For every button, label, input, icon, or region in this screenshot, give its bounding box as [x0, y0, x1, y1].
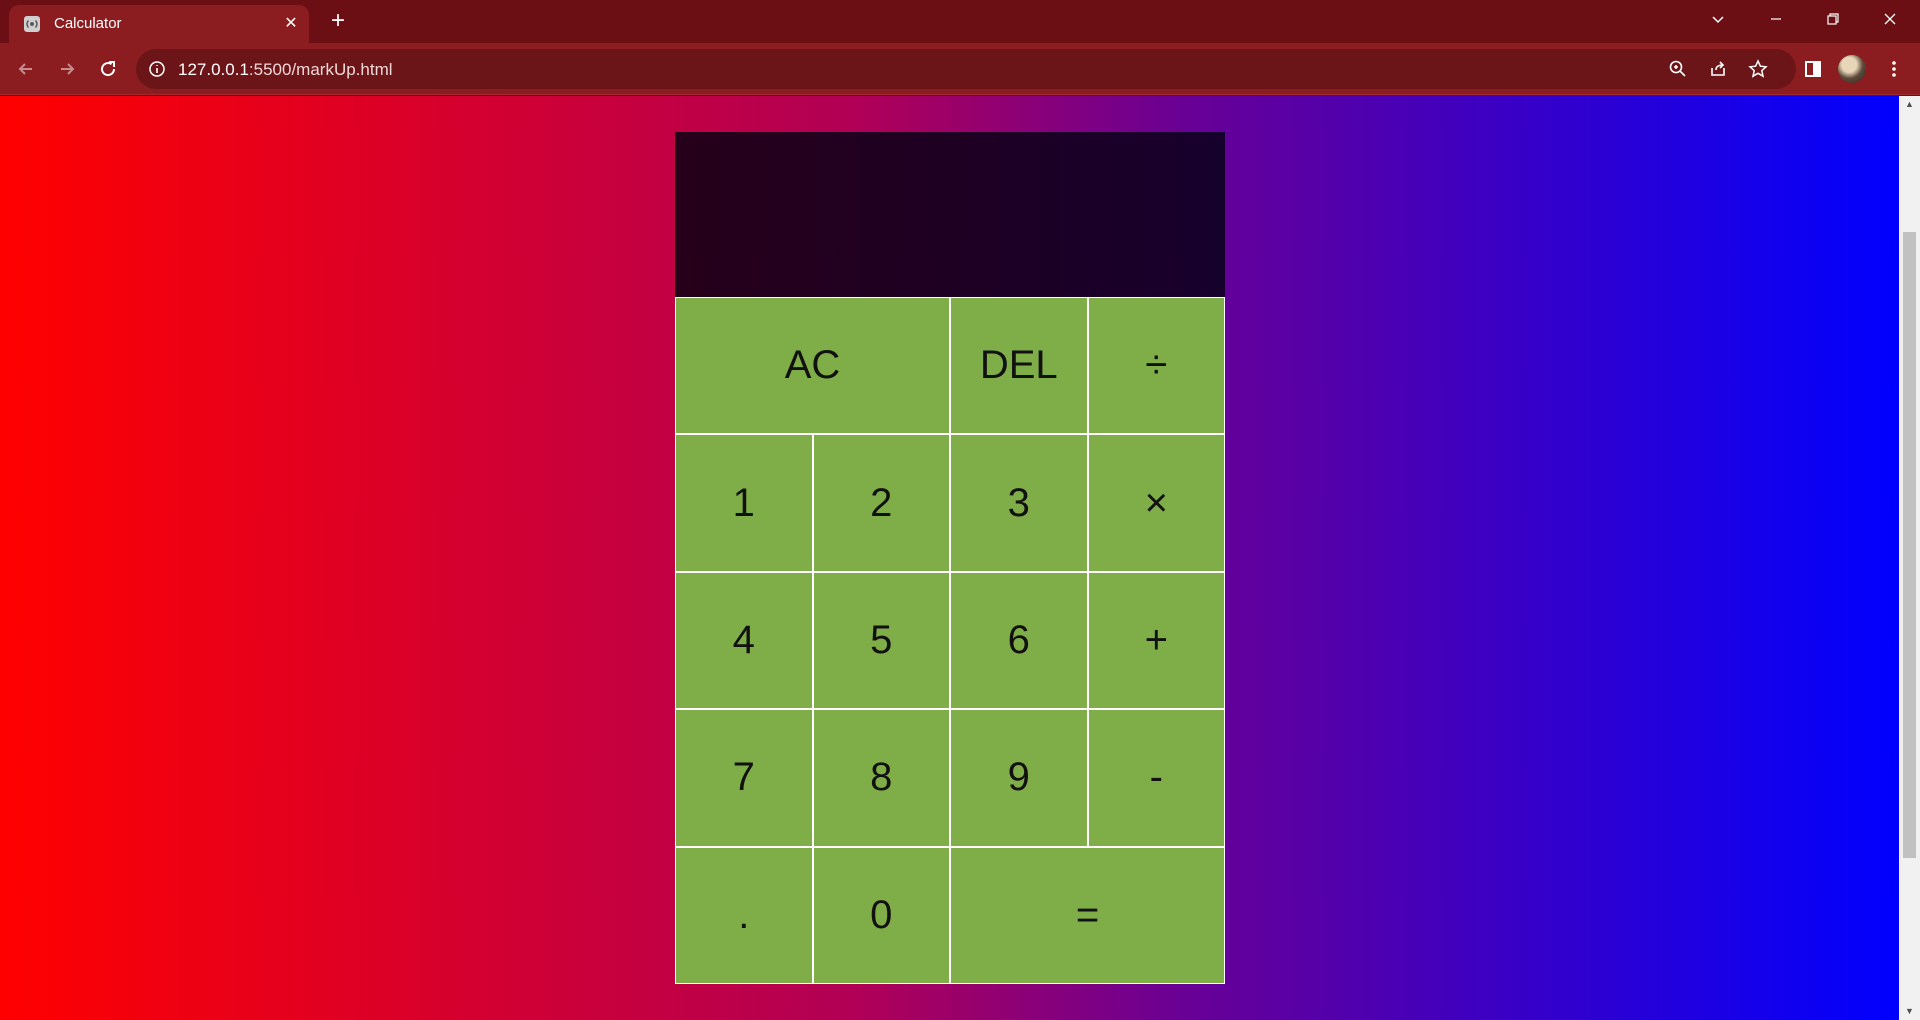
multiply-button[interactable]: ×: [1087, 434, 1225, 572]
address-bar[interactable]: 127.0.0.1:5500/markUp.html: [136, 49, 1796, 89]
arrow-right-icon[interactable]: [51, 53, 83, 85]
arrow-left-icon[interactable]: [10, 53, 42, 85]
reload-icon[interactable]: [92, 53, 124, 85]
new-tab-button[interactable]: +: [325, 9, 351, 35]
star-icon[interactable]: [1746, 57, 1770, 81]
delete-button[interactable]: DEL: [950, 297, 1088, 435]
tab-title: Calculator: [54, 15, 122, 32]
decimal-point-button[interactable]: .: [675, 846, 813, 984]
calculator: AC DEL ÷ 1 2 3 × 4 5 6 + 7 8 9 - . 0 =: [675, 132, 1225, 984]
digit-4-button[interactable]: 4: [675, 571, 813, 710]
tab-close-icon[interactable]: ✕: [281, 14, 301, 34]
page-viewport: AC DEL ÷ 1 2 3 × 4 5 6 + 7 8 9 - . 0 =: [0, 96, 1899, 1020]
browser-toolbar: 127.0.0.1:5500/markUp.html: [0, 43, 1920, 95]
scroll-down-icon[interactable]: ▼: [1899, 1003, 1920, 1020]
divide-button[interactable]: ÷: [1087, 297, 1225, 435]
digit-7-button[interactable]: 7: [675, 709, 813, 847]
avatar[interactable]: [1838, 55, 1866, 83]
digit-0-button[interactable]: 0: [812, 846, 950, 984]
equals-button[interactable]: =: [950, 846, 1225, 984]
url-host: 127.0.0.1: [178, 60, 249, 79]
digit-6-button[interactable]: 6: [950, 571, 1088, 710]
side-panel-icon[interactable]: [1797, 53, 1829, 85]
digit-2-button[interactable]: 2: [812, 434, 950, 572]
broadcast-icon: [23, 15, 41, 33]
scroll-up-icon[interactable]: ▲: [1899, 96, 1920, 113]
calculator-display: [675, 132, 1225, 297]
plus-button[interactable]: +: [1087, 571, 1225, 710]
all-clear-button[interactable]: AC: [675, 297, 950, 435]
kebab-menu-icon[interactable]: [1878, 53, 1910, 85]
share-icon[interactable]: [1706, 57, 1730, 81]
close-window-icon[interactable]: [1862, 0, 1918, 38]
digit-3-button[interactable]: 3: [950, 434, 1088, 572]
browser-title-bar: Calculator ✕ +: [0, 0, 1920, 43]
tab-search-icon[interactable]: [1690, 0, 1746, 38]
zoom-icon[interactable]: [1666, 57, 1690, 81]
tab-calculator[interactable]: Calculator ✕: [9, 5, 309, 43]
digit-8-button[interactable]: 8: [812, 709, 950, 847]
minimize-icon[interactable]: [1748, 0, 1804, 38]
digit-1-button[interactable]: 1: [675, 434, 813, 572]
url-path: :5500/markUp.html: [248, 60, 393, 79]
vertical-scrollbar[interactable]: ▲ ▼: [1899, 96, 1920, 1020]
digit-9-button[interactable]: 9: [950, 709, 1088, 847]
minus-button[interactable]: -: [1087, 709, 1225, 847]
restore-icon[interactable]: [1805, 0, 1861, 38]
url-text[interactable]: 127.0.0.1:5500/markUp.html: [178, 60, 393, 80]
scrollbar-thumb[interactable]: [1903, 232, 1916, 858]
info-icon[interactable]: [148, 60, 166, 78]
digit-5-button[interactable]: 5: [812, 571, 950, 710]
